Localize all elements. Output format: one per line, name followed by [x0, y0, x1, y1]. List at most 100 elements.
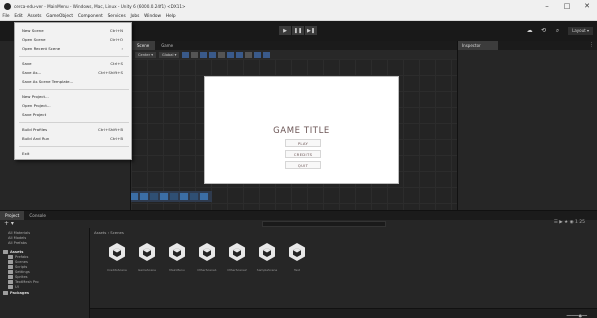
menu-gameobject[interactable]: GameObject: [44, 14, 76, 19]
favorite-all-prefabs[interactable]: All Prefabs: [8, 241, 27, 245]
unity-scene-icon: [259, 243, 275, 261]
project-toolbar: + ▾ ☰ ▶ ★ ◉ 𝟙 25: [0, 220, 597, 228]
step-button[interactable]: ▶❚: [305, 26, 317, 35]
menu-item-save-as[interactable]: Save As... Ctrl+Shift+S: [15, 69, 131, 76]
project-filter-icons[interactable]: ☰ ▶ ★ ◉ 𝟙 25: [554, 220, 585, 225]
scene-viewport[interactable]: GAME TITLE PLAY CREDITS QUIT: [131, 59, 457, 210]
asset-tile[interactable]: OtherScene2: [223, 242, 251, 272]
asset-tile[interactable]: GameScene: [133, 242, 161, 272]
folder-icon: [8, 280, 13, 284]
menu-item-new-scene[interactable]: New Scene Ctrl+N: [15, 27, 131, 34]
unity-scene-icon: [109, 243, 125, 261]
breadcrumb[interactable]: Assets › Scenes: [94, 230, 124, 235]
tree-item-prefabs[interactable]: Prefabs: [8, 255, 28, 259]
menu-separator: [19, 89, 129, 90]
lighting-toggle-icon[interactable]: [218, 51, 226, 58]
menu-file[interactable]: File: [0, 14, 12, 19]
tab-console[interactable]: Console: [24, 211, 51, 220]
view-tool-icon[interactable]: [131, 193, 138, 200]
asset-tile[interactable]: CreditsScene: [103, 242, 131, 272]
history-icon[interactable]: ⟲: [539, 26, 548, 35]
move-tool-icon[interactable]: [140, 193, 148, 200]
tree-item-packages[interactable]: Packages: [3, 291, 29, 295]
menu-item-open-scene[interactable]: Open Scene Ctrl+O: [15, 36, 131, 43]
custom-tool-icon[interactable]: [190, 193, 198, 200]
quit-game-button[interactable]: QUIT: [285, 161, 321, 169]
effects-icon[interactable]: [236, 51, 244, 58]
menu-item-build-and-run[interactable]: Build And Run Ctrl+B: [15, 135, 131, 142]
search-icon[interactable]: ⌕: [553, 26, 562, 35]
project-panel: Project Console + ▾ ☰ ▶ ★ ◉ 𝟙 25 All Mat…: [0, 210, 597, 318]
game-canvas-preview[interactable]: GAME TITLE PLAY CREDITS QUIT: [204, 76, 399, 184]
asset-tile[interactable]: SampleScene: [253, 242, 281, 272]
credits-game-button[interactable]: CREDITS: [285, 150, 321, 158]
unity-scene-icon: [199, 243, 215, 261]
menu-edit[interactable]: Edit: [12, 14, 25, 19]
camera-settings-icon[interactable]: [254, 51, 262, 58]
project-status-bar: ━━━━━●━━: [90, 308, 597, 318]
hidden-objects-icon[interactable]: [245, 51, 253, 58]
menu-window[interactable]: Window: [142, 14, 164, 19]
transform-tool-icon[interactable]: [180, 193, 188, 200]
menu-jobs[interactable]: Jobs: [128, 14, 142, 19]
tab-game[interactable]: Game: [155, 41, 179, 50]
favorite-all-materials[interactable]: All Materials: [8, 231, 30, 235]
play-button[interactable]: ▶: [279, 26, 291, 35]
menu-assets[interactable]: Assets: [25, 14, 44, 19]
snap-increment-icon[interactable]: [191, 51, 199, 58]
folder-icon: [3, 250, 8, 254]
menu-help[interactable]: Help: [163, 14, 178, 19]
tree-item-ui[interactable]: UI: [8, 285, 19, 289]
menu-item-open-project[interactable]: Open Project...: [15, 102, 131, 109]
create-asset-button[interactable]: + ▾: [4, 220, 14, 227]
asset-tile[interactable]: MainMenu: [163, 242, 191, 272]
tab-inspector[interactable]: Inspector: [458, 41, 498, 50]
unity-editor-window: cerca-edu-ver - MainMenu - Windows, Mac,…: [0, 0, 597, 318]
rect-tool-icon[interactable]: [170, 193, 178, 200]
layout-dropdown[interactable]: Layout ▾: [568, 26, 593, 35]
global-dropdown[interactable]: Global ▾: [159, 51, 180, 58]
menu-item-open-recent-scene[interactable]: Open Recent Scene ›: [15, 45, 131, 52]
project-search-input[interactable]: [262, 221, 386, 227]
menu-item-save-project[interactable]: Save Project: [15, 111, 131, 118]
audio-toggle-icon[interactable]: [227, 51, 235, 58]
pause-button[interactable]: ❚❚: [292, 26, 304, 35]
tree-item-scenes[interactable]: Scenes: [8, 260, 28, 264]
menu-item-save-as-scene-template[interactable]: Save As Scene Template...: [15, 78, 131, 85]
tree-item-settings[interactable]: Settings: [8, 270, 30, 274]
cloud-icon[interactable]: ☁: [525, 26, 534, 35]
rotate-tool-icon[interactable]: [150, 193, 158, 200]
gizmos-icon[interactable]: [263, 51, 271, 58]
overlay-menu-icon[interactable]: [200, 193, 208, 200]
folder-icon: [8, 255, 13, 259]
grid-snap-icon[interactable]: [182, 51, 190, 58]
scale-tool-icon[interactable]: [160, 193, 168, 200]
play-game-button[interactable]: PLAY: [285, 139, 321, 147]
asset-tile[interactable]: Test: [283, 242, 311, 272]
menu-item-new-project[interactable]: New Project...: [15, 93, 131, 100]
folder-tree: All Materials All Models All Prefabs Ass…: [0, 228, 90, 318]
maximize-button[interactable]: □: [557, 0, 577, 12]
kebab-menu-icon[interactable]: ⋮: [589, 42, 594, 48]
favorite-all-models[interactable]: All Models: [8, 236, 26, 240]
tree-item-textmesh-pro[interactable]: TextMesh Pro: [8, 280, 39, 284]
menu-item-exit[interactable]: Exit: [15, 150, 131, 157]
window-controls: – □ ✕: [537, 0, 597, 12]
asset-tile[interactable]: OtherScene1: [193, 242, 221, 272]
play-controls: ▶ ❚❚ ▶❚: [279, 26, 318, 35]
tab-project[interactable]: Project: [0, 211, 25, 220]
tree-item-sprites[interactable]: Sprites: [8, 275, 28, 279]
tree-item-assets[interactable]: Assets: [3, 250, 23, 254]
menu-item-build-profiles[interactable]: Build Profiles Ctrl+Shift+B: [15, 126, 131, 133]
pivot-dropdown[interactable]: Center ▾: [135, 51, 157, 58]
menu-item-save[interactable]: Save Ctrl+S: [15, 60, 131, 67]
shading-mode-icon[interactable]: [200, 51, 208, 58]
menu-services[interactable]: Services: [105, 14, 128, 19]
minimize-button[interactable]: –: [537, 0, 557, 12]
close-button[interactable]: ✕: [577, 0, 597, 12]
menu-component[interactable]: Component: [75, 14, 105, 19]
icon-size-slider[interactable]: ━━━━━●━━: [567, 313, 587, 318]
tab-scene[interactable]: Scene: [131, 41, 156, 50]
tree-item-scripts[interactable]: Scripts: [8, 265, 27, 269]
2d-toggle-icon[interactable]: [209, 51, 217, 58]
